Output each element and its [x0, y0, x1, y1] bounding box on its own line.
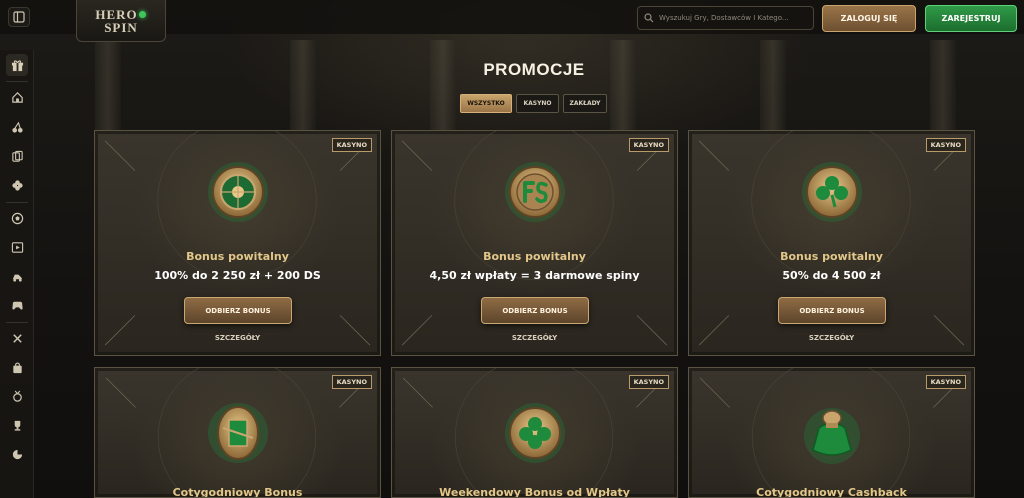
live-icon — [11, 241, 23, 253]
details-link[interactable]: SZCZEGÓŁY — [392, 334, 677, 342]
sidebar — [0, 50, 34, 498]
card-title: Cotygodniowy Cashback — [756, 486, 907, 498]
sidebar-divider — [6, 322, 28, 323]
page-title: PROMOCJE — [483, 60, 585, 79]
category-badge: KASYNO — [628, 375, 669, 389]
promo-card: KASYNO Weekendowy Bonus od Wpłaty — [391, 367, 678, 498]
category-badge: KASYNO — [925, 375, 966, 389]
promo-card: KASYNO Bonus powitalny 4,50 zł wpłaty = … — [391, 130, 678, 356]
top-bar: HERO SPIN ZALOGUJ SIĘ ZAREJESTRUJ — [0, 0, 1024, 42]
details-link[interactable]: SZCZEGÓŁY — [95, 334, 380, 342]
category-badge: KASYNO — [628, 138, 669, 152]
roulette-coin-icon — [203, 157, 273, 227]
clover-coin-icon — [797, 157, 867, 227]
trophy-icon — [14, 420, 20, 431]
fs-coin-icon — [500, 157, 570, 227]
card-subtitle: 50% do 4 500 zł — [782, 269, 881, 282]
sidebar-toggle-icon — [13, 11, 25, 23]
sidebar-item-racing[interactable] — [6, 265, 28, 287]
filter-tab-sports[interactable]: ZAKŁADY — [563, 94, 607, 113]
sidebar-item-table-games[interactable] — [6, 145, 28, 167]
gamepad-icon — [11, 301, 23, 310]
gift-icon — [11, 59, 23, 71]
filter-tab-casino[interactable]: KASYNO — [516, 94, 559, 113]
sidebar-item-shop[interactable] — [6, 356, 28, 378]
claim-bonus-button[interactable]: ODBIERZ BONUS — [184, 297, 292, 324]
money-bag-icon — [797, 398, 867, 468]
sidebar-item-esports[interactable] — [6, 294, 28, 316]
details-link[interactable]: SZCZEGÓŁY — [689, 334, 974, 342]
sidebar-item-sports[interactable] — [6, 207, 28, 229]
category-badge: KASYNO — [331, 375, 372, 389]
sidebar-divider — [6, 81, 28, 82]
logo-line-1: HERO — [95, 8, 146, 21]
sidebar-item-tools[interactable] — [6, 327, 28, 349]
sidebar-item-tournaments[interactable] — [6, 414, 28, 436]
search-box[interactable] — [637, 6, 814, 30]
promo-card: KASYNO Cotygodniowy Cashback — [688, 367, 975, 498]
sidebar-item-promotions[interactable] — [6, 54, 28, 76]
shop-icon — [12, 362, 22, 373]
promo-card: KASYNO Cotygodniowy Bonus — [94, 367, 381, 498]
register-button[interactable]: ZAREJESTRUJ — [925, 5, 1017, 32]
promo-card: KASYNO Bonus powitalny 50% do 4 500 zł O… — [688, 130, 975, 356]
sidebar-item-slots[interactable] — [6, 116, 28, 138]
card-title: Bonus powitalny — [483, 250, 586, 263]
medal-icon — [12, 390, 22, 402]
sidebar-item-home[interactable] — [6, 86, 28, 108]
gift-coin-icon — [203, 398, 273, 468]
promo-card: KASYNO Bonus powitalny 100% do 2 250 zł … — [94, 130, 381, 356]
sidebar-item-coins[interactable] — [6, 443, 28, 465]
sidebar-divider — [6, 202, 28, 203]
sidebar-item-vip[interactable] — [6, 385, 28, 407]
login-button[interactable]: ZALOGUJ SIĘ — [822, 5, 916, 32]
card-subtitle: 4,50 zł wpłaty = 3 darmowe spiny — [429, 269, 640, 282]
sidebar-toggle-button[interactable] — [8, 7, 30, 27]
cards-icon — [11, 150, 23, 162]
football-icon — [11, 212, 23, 224]
sidebar-item-lucky[interactable] — [6, 174, 28, 196]
card-title: Cotygodniowy Bonus — [172, 486, 303, 498]
logo[interactable]: HERO SPIN — [76, 0, 166, 42]
filter-tab-all[interactable]: WSZYSTKO — [460, 94, 512, 113]
card-title: Weekendowy Bonus od Wpłaty — [439, 486, 630, 498]
sidebar-item-live[interactable] — [6, 236, 28, 258]
clover-coin-icon — [500, 398, 570, 468]
search-input[interactable] — [659, 14, 809, 22]
cherry-icon — [11, 121, 23, 133]
card-subtitle: 100% do 2 250 zł + 200 DS — [154, 269, 321, 282]
logo-line-2: SPIN — [104, 19, 138, 35]
card-title: Bonus powitalny — [186, 250, 289, 263]
home-icon — [11, 91, 23, 103]
search-icon — [644, 13, 654, 23]
category-badge: KASYNO — [331, 138, 372, 152]
tools-icon — [12, 333, 22, 343]
claim-bonus-button[interactable]: ODBIERZ BONUS — [778, 297, 886, 324]
category-badge: KASYNO — [925, 138, 966, 152]
racing-icon — [12, 274, 22, 282]
coin-icon — [12, 449, 22, 459]
clover-icon — [11, 179, 23, 191]
card-title: Bonus powitalny — [780, 250, 883, 263]
claim-bonus-button[interactable]: ODBIERZ BONUS — [481, 297, 589, 324]
